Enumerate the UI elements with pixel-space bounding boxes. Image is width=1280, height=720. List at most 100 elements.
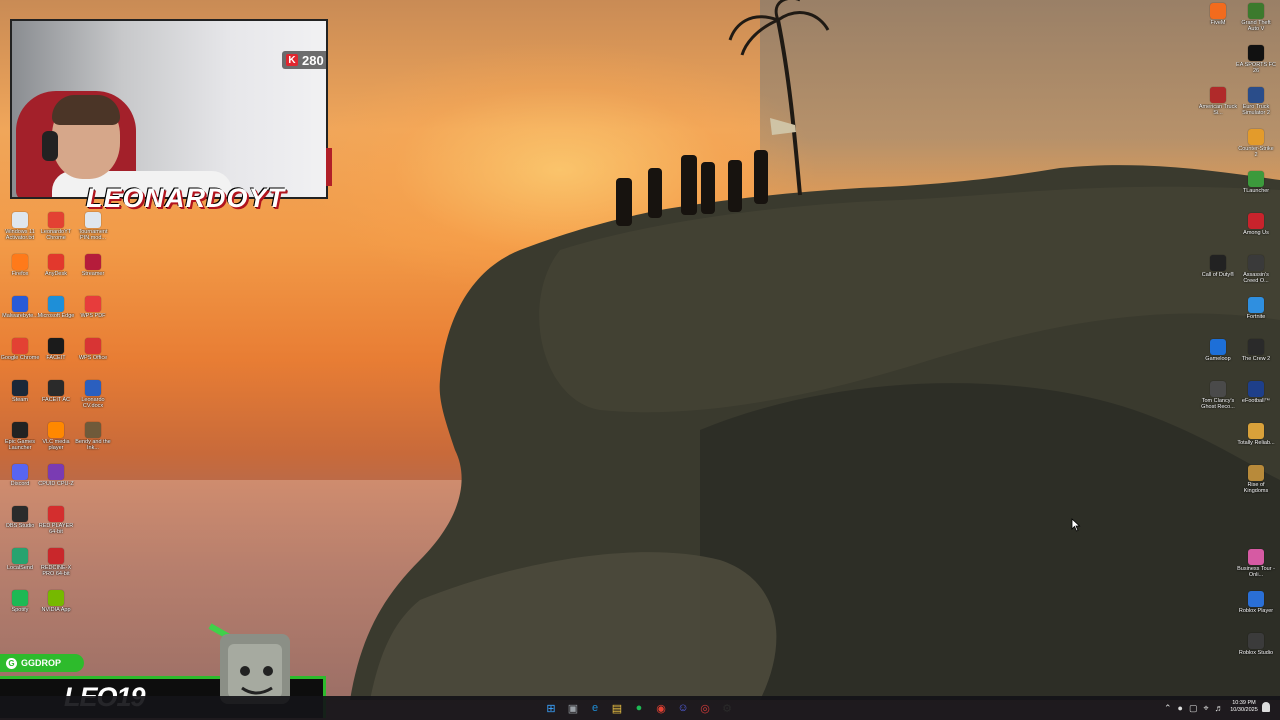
tlauncher-icon <box>1248 171 1264 187</box>
rise-of-kingdoms-icon <box>1248 465 1264 481</box>
desktop-icon-left-1[interactable]: LeonardoYT Chrome <box>36 212 76 252</box>
taskbar-clock[interactable]: 10:39 PM 10/30/2025 <box>1228 700 1260 714</box>
desktop-icon-label: Grand Theft Auto V <box>1241 20 1271 32</box>
desktop-icon-right-13[interactable]: Tom Clancy's Ghost Reco... <box>1198 381 1238 421</box>
desktop-icon-left-12[interactable]: Steam <box>0 380 40 420</box>
desktop-icon-right-4[interactable]: Euro Truck Simulator 2 <box>1236 87 1276 127</box>
desktop-icon-left-11[interactable]: WPS Office <box>73 338 113 378</box>
desktop-icon-right-3[interactable]: American Truck Si... <box>1198 87 1238 127</box>
windows-start-icon[interactable]: ⊞ <box>543 700 559 716</box>
desktop-icon-left-22[interactable]: LocalSend <box>0 548 40 588</box>
chevron-up-icon[interactable]: ⌃ <box>1164 703 1172 714</box>
vlc-icon <box>48 422 64 438</box>
obs-icon[interactable]: ◎ <box>697 700 713 716</box>
edge-icon <box>48 296 64 312</box>
desktop-icon-right-17[interactable]: Business Tour - Onli... <box>1236 549 1276 589</box>
edge-icon[interactable]: e <box>587 700 603 716</box>
desktop-icon-right-1[interactable]: Grand Theft Auto V <box>1236 3 1276 43</box>
desktop-icon-left-8[interactable]: WPS PDF <box>73 296 113 336</box>
desktop-icon-label: Steam <box>12 397 28 403</box>
fortnite-icon <box>1248 297 1264 313</box>
desktop-icon-left-17[interactable]: Bendy and the Ink... <box>73 422 113 462</box>
desktop-icon-label: NVIDIA App <box>41 607 71 613</box>
desktop-icon-right-11[interactable]: Gameloop <box>1198 339 1238 379</box>
localsend-icon <box>12 548 28 564</box>
desktop-icon-left-0[interactable]: Windows 11 Activator.txt <box>0 212 40 252</box>
file-explorer-icon[interactable]: ▤ <box>609 700 625 716</box>
desktop-icon-left-6[interactable]: Malwarebyte... <box>0 296 40 336</box>
headset-icon <box>42 131 58 161</box>
desktop-icon-left-16[interactable]: VLC media player <box>36 422 76 462</box>
desktop-icon-right-16[interactable]: Rise of Kingdoms <box>1236 465 1276 505</box>
microphone-icon[interactable]: ● <box>1178 703 1183 713</box>
desktop-icon-right-9[interactable]: Assassin's Creed O... <box>1236 255 1276 295</box>
wps-office-icon <box>85 338 101 354</box>
desktop-icon-label: EA SPORTS FC 26 <box>1236 62 1276 74</box>
desktop-icon-label: CPUID CPU-Z <box>38 481 74 487</box>
desktop-icon-left-15[interactable]: Epic Games Launcher <box>0 422 40 462</box>
desktop-icon-right-6[interactable]: TLauncher <box>1236 171 1276 211</box>
desktop-icon-label: Microsoft Edge <box>37 313 75 319</box>
desktop-icon-right-14[interactable]: eFootball™ <box>1236 381 1276 421</box>
word-icon <box>85 380 101 396</box>
ea-fc-icon <box>1248 45 1264 61</box>
desktop-icon-left-9[interactable]: Google Chrome <box>0 338 40 378</box>
desktop-icon-left-19[interactable]: CPUID CPU-Z <box>36 464 76 504</box>
steam-icon <box>12 380 28 396</box>
display-icon[interactable]: ▢ <box>1189 703 1198 714</box>
desktop-icon-label: Roblox Player <box>1238 608 1274 614</box>
streamer-hair <box>52 95 120 125</box>
desktop-icon-label: Bendy and the Ink... <box>75 439 111 451</box>
desktop-icon-left-10[interactable]: FACEIT <box>36 338 76 378</box>
network-icon[interactable]: ⌖ <box>1204 703 1209 714</box>
redcine-icon <box>48 548 64 564</box>
desktop-icon-label: VLC media player <box>42 439 70 451</box>
desktop-icon-label: Spotify <box>11 607 29 613</box>
desktop-icon-right-8[interactable]: Call of Duty® <box>1198 255 1238 295</box>
desktop-icon-left-21[interactable]: RED PLAYER 64-bit <box>36 506 76 546</box>
mouse-cursor-icon <box>1071 518 1081 532</box>
desktop-icon-left-7[interactable]: Microsoft Edge <box>36 296 76 336</box>
desktop-icon-right-10[interactable]: Fortnite <box>1236 297 1276 337</box>
desktop-icon-left-25[interactable]: NVIDIA App <box>36 590 76 630</box>
desktop-icon-left-20[interactable]: OBS Studio <box>0 506 40 546</box>
notification-bell-icon[interactable] <box>1262 702 1270 712</box>
desktop-icon-left-23[interactable]: REDCINE-X PRO 64-bit <box>36 548 76 588</box>
desktop-icon-left-2[interactable]: Tournament PIN.mod... <box>73 212 113 252</box>
ggdrop-label: GGDROP <box>21 658 62 668</box>
spotify-icon[interactable]: ● <box>631 700 647 716</box>
desktop-icon-left-5[interactable]: Streamer <box>73 254 113 294</box>
desktop-icon-label: FiveM <box>1210 20 1226 26</box>
desktop-icon-right-5[interactable]: Counter-Strike 2 <box>1236 129 1276 169</box>
desktop-icon-left-24[interactable]: Spotify <box>0 590 40 630</box>
clock-time: 10:39 PM <box>1232 700 1256 706</box>
desktop-icon-right-19[interactable]: Roblox Studio <box>1236 633 1276 673</box>
desktop-icon-right-15[interactable]: Totally Reliab... <box>1236 423 1276 463</box>
desktop-icon-right-7[interactable]: Among Us <box>1236 213 1276 253</box>
desktop-icon-left-3[interactable]: Firefox <box>0 254 40 294</box>
text-file-icon <box>12 212 28 228</box>
desktop-icon-right-0[interactable]: FiveM <box>1198 3 1238 43</box>
roblox-studio-icon <box>1248 633 1264 649</box>
obs-icon <box>12 506 28 522</box>
desktop-icon-label: WPS Office <box>78 355 108 361</box>
task-view-icon[interactable]: ▣ <box>565 700 581 716</box>
steam-icon[interactable]: ⚙ <box>719 700 735 716</box>
desktop-icon-right-18[interactable]: Roblox Player <box>1236 591 1276 631</box>
chrome-icon[interactable]: ◉ <box>653 700 669 716</box>
volume-icon[interactable]: ♬ <box>1215 703 1224 713</box>
desktop-icon-left-4[interactable]: AnyDesk <box>36 254 76 294</box>
desktop-icon-label: Call of Duty® <box>1201 272 1235 278</box>
faceit-icon <box>48 338 64 354</box>
desktop-icon-right-2[interactable]: EA SPORTS FC 26 <box>1236 45 1276 85</box>
desktop-icon-right-12[interactable]: The Crew 2 <box>1236 339 1276 379</box>
discord-icon[interactable]: ☺ <box>675 700 691 716</box>
desktop-icon-left-13[interactable]: FACEIT AC <box>36 380 76 420</box>
desktop-icon-left-14[interactable]: Leonardo CV.docx <box>73 380 113 420</box>
malwarebytes-icon <box>12 296 28 312</box>
desktop-icon-left-18[interactable]: Discord <box>0 464 40 504</box>
chrome-icon <box>48 212 64 228</box>
gameloop-icon <box>1210 339 1226 355</box>
sub-count-badge: K 280 <box>282 51 326 69</box>
desktop-icon-label: REDCINE-X PRO 64-bit <box>40 565 72 577</box>
